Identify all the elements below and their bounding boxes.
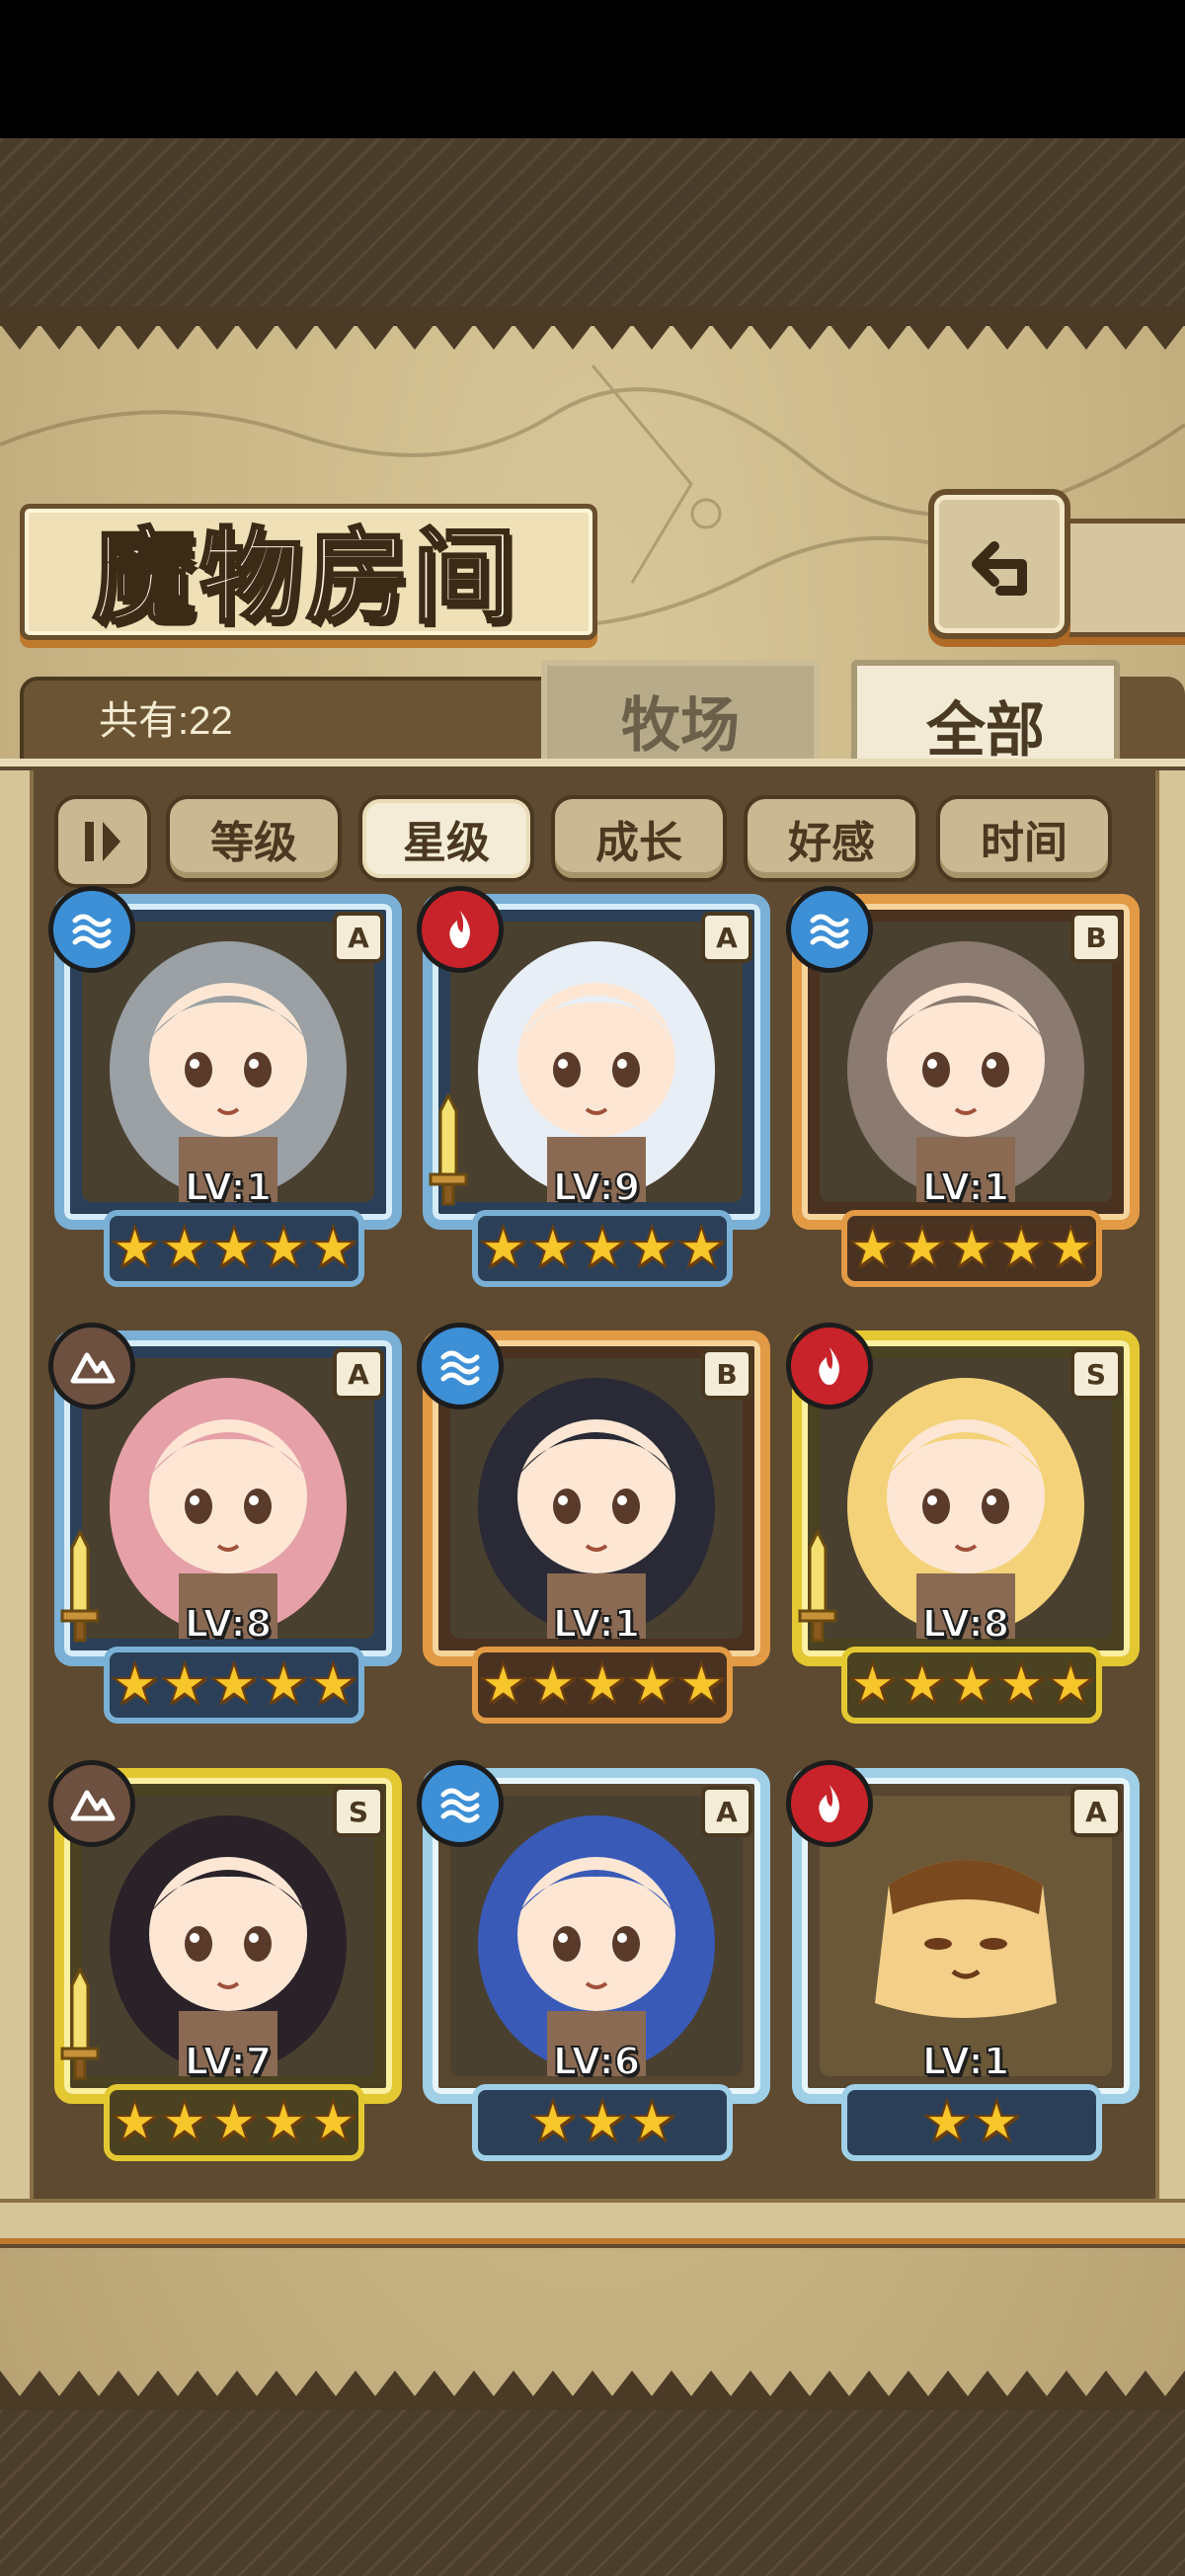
sort-order-toggle[interactable]	[54, 795, 151, 888]
star-rating: ★★★	[472, 2084, 733, 2161]
sort-by-star-button[interactable]: 星级	[358, 795, 534, 882]
level-label: LV:1	[552, 1601, 641, 1647]
panel-frame-right	[1155, 770, 1185, 2232]
star-rating: ★★★★★	[104, 2084, 364, 2161]
monster-card[interactable]: A LV:1 ★★★★★	[48, 886, 402, 1287]
monster-portrait	[450, 1358, 743, 1639]
sort-by-affection-button[interactable]: 好感	[744, 795, 919, 882]
monster-count: 共有:22	[99, 699, 233, 743]
star-icons: ★★★★★	[846, 1652, 1096, 1717]
earth-element-icon	[48, 1323, 135, 1409]
star-rating: ★★	[841, 2084, 1102, 2161]
star-icons: ★★★★★	[477, 1652, 727, 1717]
monster-card[interactable]: S LV:7 ★★★★★	[48, 1760, 402, 2161]
rank-badge: A	[701, 1786, 752, 1837]
water-element-icon	[417, 1323, 504, 1409]
level-label: LV:9	[552, 1165, 641, 1210]
monster-portrait	[450, 922, 743, 1202]
back-button[interactable]	[928, 489, 1070, 639]
star-icons: ★★★★★	[109, 1652, 358, 1717]
sort-by-time-button[interactable]: 时间	[936, 795, 1112, 882]
monster-portrait	[820, 922, 1112, 1202]
level-label: LV:7	[184, 2039, 273, 2084]
panel-frame-left	[0, 770, 34, 2232]
order-toggle-icon	[85, 822, 120, 861]
panel-frame-bottom	[0, 2199, 1185, 2244]
earth-element-icon	[48, 1760, 135, 1847]
fire-element-icon	[417, 886, 504, 973]
rank-badge: A	[1070, 1786, 1122, 1837]
level-label: LV:1	[184, 1165, 273, 1210]
monster-card[interactable]: A LV:8 ★★★★★	[48, 1323, 402, 1724]
water-element-icon	[786, 886, 873, 973]
star-icons: ★★★	[527, 2090, 678, 2154]
sort-by-growth-button[interactable]: 成长	[551, 795, 727, 882]
star-rating: ★★★★★	[472, 1647, 733, 1724]
fire-element-icon	[786, 1323, 873, 1409]
star-icons: ★★★★★	[109, 2090, 358, 2154]
monster-portrait	[450, 1796, 743, 2076]
map-background-bottom	[0, 2410, 1185, 2576]
monster-card[interactable]: B LV:1 ★★★★★	[417, 1323, 770, 1724]
level-label: LV:8	[184, 1601, 273, 1647]
monster-card[interactable]: A LV:1 ★★	[786, 1760, 1140, 2161]
level-label: LV:8	[921, 1601, 1010, 1647]
monster-card[interactable]: A LV:6 ★★★	[417, 1760, 770, 2161]
monster-card[interactable]: S LV:8 ★★★★★	[786, 1323, 1140, 1724]
level-label: LV:6	[552, 2039, 641, 2084]
monster-portrait	[82, 1358, 374, 1639]
rank-badge: A	[333, 1348, 384, 1400]
rank-badge: S	[333, 1786, 384, 1837]
star-icons: ★★★★★	[477, 1216, 727, 1280]
monster-portrait	[820, 1796, 1112, 2076]
rank-badge: B	[1070, 912, 1122, 963]
monster-card[interactable]: B LV:1 ★★★★★	[786, 886, 1140, 1287]
monster-portrait	[82, 1796, 374, 2076]
back-button-strip	[1057, 519, 1185, 637]
monster-portrait	[820, 1358, 1112, 1639]
monster-card[interactable]: A LV:9 ★★★★★	[417, 886, 770, 1287]
zigzag-border-top	[0, 306, 1185, 350]
star-rating: ★★★★★	[472, 1210, 733, 1287]
star-icons: ★★★★★	[846, 1216, 1096, 1280]
rank-badge: B	[701, 1348, 752, 1400]
star-rating: ★★★★★	[841, 1210, 1102, 1287]
water-element-icon	[48, 886, 135, 973]
fire-element-icon	[786, 1760, 873, 1847]
sort-by-level-button[interactable]: 等级	[166, 795, 342, 882]
star-icons: ★★	[921, 2090, 1022, 2154]
status-bar	[0, 0, 1185, 138]
star-rating: ★★★★★	[104, 1647, 364, 1724]
water-element-icon	[417, 1760, 504, 1847]
star-icons: ★★★★★	[109, 1216, 358, 1280]
monster-portrait	[82, 922, 374, 1202]
level-label: LV:1	[921, 1165, 1010, 1210]
rank-badge: A	[333, 912, 384, 963]
level-label: LV:1	[921, 2039, 1010, 2084]
page-title: 魔物房间	[91, 514, 519, 638]
rank-badge: S	[1070, 1348, 1122, 1400]
star-rating: ★★★★★	[841, 1647, 1102, 1724]
map-background-top	[0, 138, 1185, 306]
rank-badge: A	[701, 912, 752, 963]
back-arrow-icon	[972, 541, 1027, 596]
star-rating: ★★★★★	[104, 1210, 364, 1287]
